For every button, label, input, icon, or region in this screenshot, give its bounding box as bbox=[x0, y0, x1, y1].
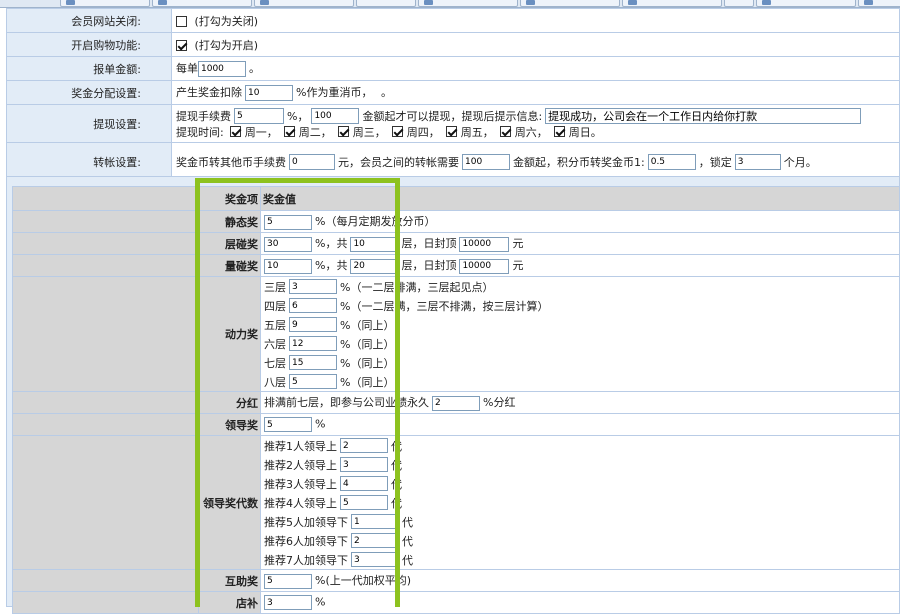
bonus-deduct-input[interactable] bbox=[245, 85, 293, 101]
points-ratio-input[interactable] bbox=[647, 153, 696, 170]
lock-months-input[interactable] bbox=[734, 153, 781, 170]
tab-icon bbox=[628, 0, 637, 5]
top-tab[interactable] bbox=[60, 0, 150, 7]
row-transfer: 转帐设置: 奖金币转其他币手续费元，会员之间的转帐需要金额起，积分币转奖金币1:… bbox=[6, 142, 900, 181]
layer-bonus-row: 层碰奖 %，共层，日封顶元 bbox=[12, 232, 900, 255]
day-6-checkbox[interactable] bbox=[499, 126, 511, 137]
volume-bonus-row: 量碰奖 %，共层，日封顶元 bbox=[12, 254, 900, 277]
leader-gen-5-input[interactable] bbox=[351, 514, 399, 529]
day-7-checkbox[interactable] bbox=[553, 126, 565, 137]
tab-icon bbox=[260, 0, 269, 5]
volume-count-input[interactable] bbox=[350, 258, 399, 274]
row-withdraw: 提现设置: 提现手续费%，金额起才可以提现，提现后提示信息: 提现时间: 周一，… bbox=[6, 104, 900, 143]
order-amount-label: 报单金额: bbox=[6, 56, 172, 81]
layer-count-input[interactable] bbox=[350, 236, 399, 252]
dividend-input[interactable] bbox=[432, 395, 480, 411]
leader-gen-7-input[interactable] bbox=[351, 552, 399, 567]
row-order-amount: 报单金额: 每单。 bbox=[6, 56, 900, 81]
tab-icon bbox=[424, 0, 433, 5]
day-4-checkbox[interactable] bbox=[391, 126, 403, 137]
leader-bonus-row: 领导奖 % bbox=[12, 413, 900, 436]
power-layer-6-input[interactable] bbox=[289, 336, 337, 351]
top-tab-strip bbox=[0, 0, 900, 8]
static-bonus-input[interactable] bbox=[264, 214, 312, 230]
leader-gen-2-input[interactable] bbox=[340, 457, 388, 472]
top-tab[interactable] bbox=[520, 0, 620, 7]
day-2-checkbox[interactable] bbox=[283, 126, 295, 137]
shop-open-hint: (打勾为开启) bbox=[194, 38, 259, 52]
volume-cap-input[interactable] bbox=[459, 258, 510, 274]
top-tab[interactable] bbox=[858, 0, 900, 7]
shop-open-label: 开启购物功能: bbox=[6, 32, 172, 57]
tab-icon bbox=[158, 0, 167, 5]
withdraw-fee-input[interactable] bbox=[234, 107, 284, 124]
bonus-value-header: 奖金值 bbox=[260, 186, 900, 211]
row-site-close: 会员网站关闭: (打勾为关闭) bbox=[6, 8, 900, 33]
layer-cap-input[interactable] bbox=[459, 236, 510, 252]
bonus-item-header: 奖金项 bbox=[198, 186, 261, 211]
row-shop-open: 开启购物功能: (打勾为开启) bbox=[6, 32, 900, 57]
bonus-settings-table: 奖金项 奖金值 静态奖 %（每月定期发放分币） 层碰奖 %，共层，日封顶元 量碰… bbox=[12, 186, 900, 614]
leader-gen-3-input[interactable] bbox=[340, 476, 388, 491]
store-bonus-input[interactable] bbox=[264, 595, 312, 610]
power-layer-8-input[interactable] bbox=[289, 374, 337, 389]
tab-icon bbox=[762, 0, 771, 5]
site-close-checkbox[interactable] bbox=[176, 16, 187, 27]
system-settings-table: 会员网站关闭: (打勾为关闭) 开启购物功能: (打勾为开启) 报单金额: 每单… bbox=[6, 8, 900, 181]
leader-gen-4-input[interactable] bbox=[340, 495, 388, 510]
power-layer-3-input[interactable] bbox=[289, 279, 337, 294]
transfer-label: 转帐设置: bbox=[6, 142, 172, 181]
mutual-bonus-row: 互助奖 %(上一代加权平均) bbox=[12, 569, 900, 592]
power-bonus-row: 动力奖 三层%（一二层排满，三层起见点） 四层%（一二层满，三层不排满，按三层计… bbox=[12, 276, 900, 392]
tab-icon bbox=[864, 0, 873, 5]
top-tab[interactable] bbox=[622, 0, 722, 7]
power-layer-5-input[interactable] bbox=[289, 317, 337, 332]
power-layer-7-input[interactable] bbox=[289, 355, 337, 370]
top-tab[interactable] bbox=[152, 0, 252, 7]
day-3-checkbox[interactable] bbox=[337, 126, 349, 137]
volume-bonus-input[interactable] bbox=[264, 258, 312, 274]
top-tab[interactable] bbox=[418, 0, 518, 7]
bonus-alloc-label: 奖金分配设置: bbox=[6, 80, 172, 105]
row-bonus-alloc: 奖金分配设置: 产生奖金扣除%作为重消币，。 bbox=[6, 80, 900, 105]
withdraw-message-input[interactable] bbox=[545, 107, 862, 124]
tab-icon bbox=[526, 0, 535, 5]
withdraw-days: 提现时间: 周一， 周二， 周三， 周四， 周五， 周六， 周日。 bbox=[176, 125, 602, 139]
static-bonus-row: 静态奖 %（每月定期发放分币） bbox=[12, 210, 900, 233]
site-close-label: 会员网站关闭: bbox=[6, 8, 172, 33]
top-tab[interactable] bbox=[254, 0, 354, 7]
withdraw-label: 提现设置: bbox=[6, 104, 172, 143]
leader-gen-1-input[interactable] bbox=[340, 438, 388, 453]
transfer-min-input[interactable] bbox=[462, 153, 510, 170]
leader-gen-6-input[interactable] bbox=[351, 533, 399, 548]
leader-bonus-input[interactable] bbox=[264, 417, 312, 432]
day-5-checkbox[interactable] bbox=[445, 126, 457, 137]
leader-generations-row: 领导奖代数 推荐1人领导上代 推荐2人领导上代 推荐3人领导上代 推荐4人领导上… bbox=[12, 435, 900, 570]
store-bonus-row: 店补 % bbox=[12, 591, 900, 614]
withdraw-min-input[interactable] bbox=[311, 107, 360, 124]
layer-bonus-input[interactable] bbox=[264, 236, 312, 252]
shop-open-checkbox[interactable] bbox=[176, 40, 187, 51]
top-tab[interactable] bbox=[356, 0, 416, 7]
tab-icon bbox=[66, 0, 75, 5]
order-amount-input[interactable] bbox=[198, 61, 246, 77]
day-1-checkbox[interactable] bbox=[229, 126, 241, 137]
transfer-fee-input[interactable] bbox=[289, 153, 335, 170]
bonus-header-row: 奖金项 奖金值 bbox=[12, 186, 900, 211]
mutual-bonus-input[interactable] bbox=[264, 573, 312, 589]
site-close-hint: (打勾为关闭) bbox=[194, 14, 259, 28]
top-tab[interactable] bbox=[756, 0, 856, 7]
power-layer-4-input[interactable] bbox=[289, 298, 337, 313]
top-tab[interactable] bbox=[724, 0, 754, 7]
dividend-row: 分红 排满前七层，即参与公司业绩永久%分红 bbox=[12, 391, 900, 414]
